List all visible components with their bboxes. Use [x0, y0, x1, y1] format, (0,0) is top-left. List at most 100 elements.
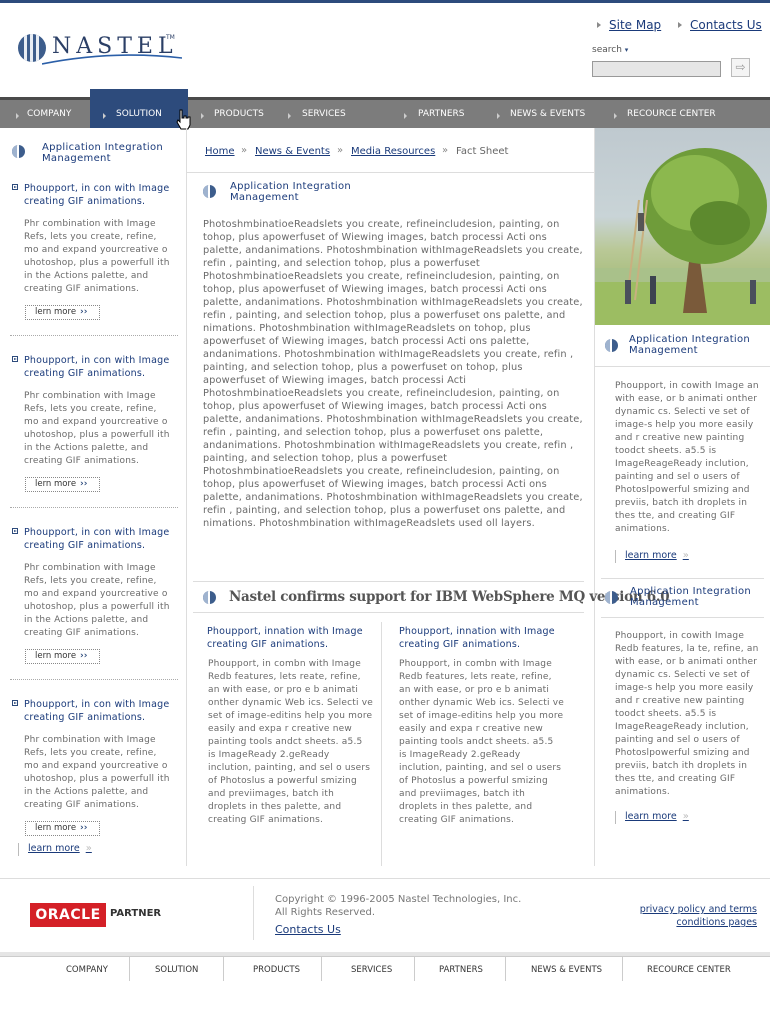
logo-tm: TM [166, 34, 175, 41]
section-icon [203, 591, 216, 604]
footer-nav-separator [223, 957, 224, 981]
learn-more-link[interactable]: learn more » [28, 843, 92, 854]
footer-nav-separator [414, 957, 415, 981]
nav-arrow-icon [16, 113, 19, 119]
conditions-link[interactable]: conditions pages [676, 917, 757, 928]
learn-more-label: lern more [35, 479, 77, 489]
copyright: Copyright © 1996-2005 Nastel Technologie… [275, 893, 575, 919]
double-chevron-icon: » [682, 811, 689, 822]
breadcrumb-separator: » [241, 145, 248, 156]
nav-products[interactable]: PRODUCTS [214, 100, 264, 128]
nav-resource-center[interactable]: RECOURCE CENTER [627, 100, 716, 128]
footer-nav-news-events[interactable]: NEWS & EVENTS [531, 965, 602, 975]
breadcrumb-media-resources[interactable]: Media Resources [351, 146, 435, 157]
right-block-title: Application Integration Management [630, 586, 752, 608]
left-item-body: Phr combination with Image Refs, lets yo… [24, 735, 170, 810]
breadcrumb-news-events[interactable]: News & Events [255, 146, 330, 157]
search-dropdown[interactable]: search ▾ [592, 45, 628, 55]
divider [187, 172, 594, 173]
learn-more-button[interactable]: lern more ›› [25, 821, 100, 836]
divider [615, 550, 616, 563]
left-item-body: Phr combination with Image Refs, lets yo… [24, 563, 170, 638]
bullet-icon [12, 356, 18, 362]
nav-services[interactable]: SERVICES [302, 100, 346, 128]
nav-arrow-icon [201, 113, 204, 119]
logo-swoosh-icon [42, 54, 182, 65]
double-chevron-icon: ›› [80, 307, 88, 317]
news-col-body: Phoupport, in combn with Image Redb feat… [399, 659, 565, 825]
divider [193, 612, 584, 613]
section-icon [12, 145, 25, 158]
footer-nav-border [0, 956, 770, 957]
copyright-line: All Rights Reserved. [275, 907, 376, 918]
partner-label: PARTNER [110, 908, 162, 919]
breadcrumb-separator: » [337, 145, 344, 156]
footer-nav-separator [622, 957, 623, 981]
learn-more-link[interactable]: learn more » [625, 550, 689, 561]
contacts-link[interactable]: Contacts Us [678, 14, 762, 33]
bullet-icon [12, 700, 18, 706]
footer-nav-resource-center[interactable]: RECOURCE CENTER [647, 965, 731, 975]
divider [10, 507, 178, 508]
footer-nav-separator [321, 957, 322, 981]
nav-arrow-icon [404, 113, 407, 119]
search-input[interactable] [592, 61, 721, 77]
divider [601, 617, 764, 618]
learn-more-button[interactable]: lern more ›› [25, 305, 100, 320]
tree-photo [595, 128, 770, 325]
footer-divider [253, 886, 254, 940]
bullet-icon [12, 528, 18, 534]
footer-nav-separator [129, 957, 130, 981]
footer-nav-company[interactable]: COMPANY [66, 965, 108, 975]
tree-illustration [595, 148, 770, 325]
footer-nav-products[interactable]: PRODUCTS [253, 965, 300, 975]
oracle-logo[interactable]: ORACLE [30, 903, 106, 927]
site-map-label: Site Map [609, 18, 662, 32]
chevron-down-icon: ▾ [624, 46, 629, 54]
news-col-body: Phoupport, in combn with Image Redb feat… [208, 659, 374, 825]
double-chevron-icon: ›› [80, 823, 88, 833]
news-col-heading: Phoupport, innation with Image creating … [207, 626, 363, 650]
privacy-policy-link[interactable]: privacy policy and terms [640, 904, 757, 915]
main-paragraph: PhotoshmbinatioeReadslets you create, re… [203, 219, 583, 529]
footer-nav-partners[interactable]: PARTNERS [439, 965, 483, 975]
right-block-body: Phoupport, in cowith Image an with ease,… [615, 381, 759, 534]
footer-nav-separator [505, 957, 506, 981]
learn-more-label: lern more [35, 651, 77, 661]
top-border [0, 0, 770, 3]
divider [10, 679, 178, 680]
divider [595, 366, 770, 367]
divider [18, 843, 19, 856]
divider [10, 335, 178, 336]
section-icon [605, 339, 618, 352]
section-icon [605, 591, 618, 604]
learn-more-label: learn more [28, 843, 80, 854]
learn-more-label: learn more [625, 811, 677, 822]
double-chevron-icon: ›› [80, 479, 88, 489]
right-block-body: Phoupport, in cowith Image Redb features… [615, 631, 759, 797]
footer-contacts-link[interactable]: Contacts Us [275, 923, 341, 936]
nav-solution[interactable]: SOLUTION [116, 100, 162, 128]
left-item-heading: Phoupport, in con with Image creating GI… [24, 183, 170, 207]
footer-nav-solution[interactable]: SOLUTION [155, 965, 198, 975]
copyright-line: Copyright © 1996-2005 Nastel Technologie… [275, 894, 522, 905]
search-go-button[interactable]: ⇨ [731, 58, 750, 77]
learn-more-button[interactable]: lern more ›› [25, 649, 100, 664]
nav-news-events[interactable]: NEWS & EVENTS [510, 100, 585, 128]
nastel-logo[interactable]: NASTEL TM [18, 34, 182, 66]
learn-more-link[interactable]: learn more » [625, 811, 689, 822]
breadcrumb-home[interactable]: Home [205, 146, 235, 157]
footer-divider [0, 878, 770, 879]
bullet-icon [12, 184, 18, 190]
left-item-body: Phr combination with Image Refs, lets yo… [24, 219, 170, 294]
footer-nav-services[interactable]: SERVICES [351, 965, 392, 975]
news-col-heading: Phoupport, innation with Image creating … [399, 626, 555, 650]
site-map-link[interactable]: Site Map [597, 14, 661, 33]
arrow-right-icon: ⇨ [735, 60, 746, 74]
nav-partners[interactable]: PARTNERS [418, 100, 465, 128]
news-title: Nastel confirms support for IBM WebSpher… [229, 589, 670, 605]
nav-arrow-icon [103, 113, 106, 119]
learn-more-button[interactable]: lern more ›› [25, 477, 100, 492]
nav-company[interactable]: COMPANY [27, 100, 71, 128]
nav-arrow-icon [614, 113, 617, 119]
